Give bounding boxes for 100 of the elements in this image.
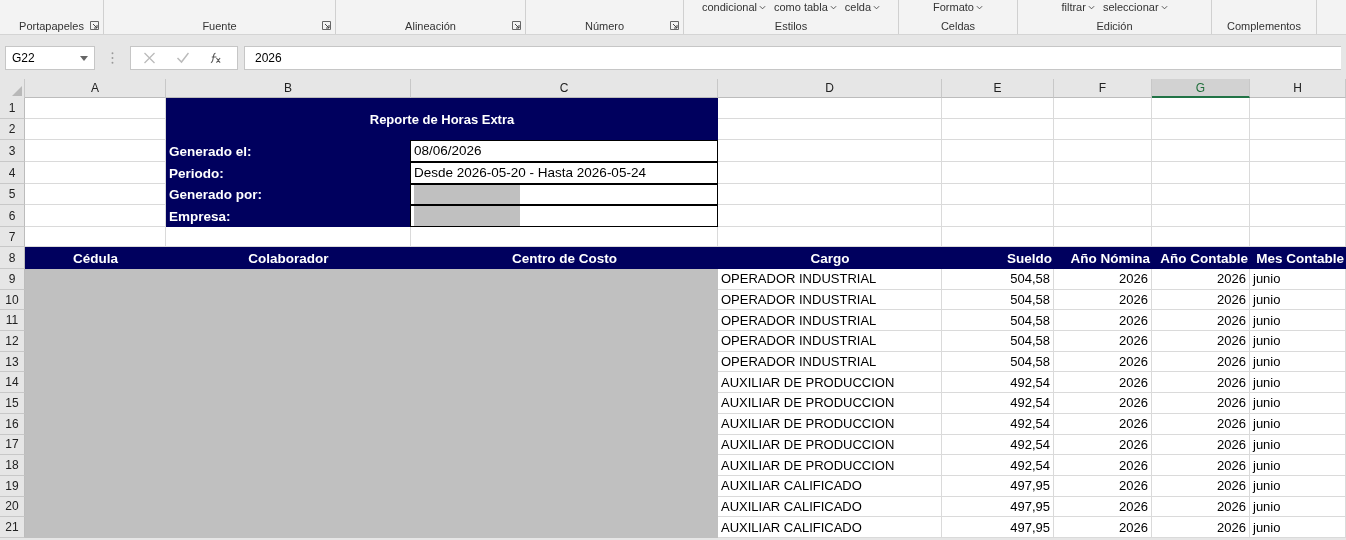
row-number[interactable]: 5 — [0, 184, 25, 205]
row-number[interactable]: 16 — [0, 413, 25, 435]
table-cell: 492,54 — [942, 393, 1054, 414]
row-number[interactable]: 18 — [0, 455, 25, 476]
row-number[interactable]: 14 — [0, 372, 25, 394]
empty-cell[interactable] — [718, 119, 942, 140]
table-cell: junio — [1250, 331, 1346, 352]
empty-cell[interactable] — [1250, 162, 1346, 184]
table-cell: 2026 — [1054, 351, 1152, 373]
column-header[interactable]: C — [411, 79, 718, 98]
empty-cell[interactable] — [1152, 98, 1250, 119]
empty-cell[interactable] — [1250, 119, 1346, 140]
row-number[interactable]: 3 — [0, 140, 25, 162]
ribbon-group-label: Edición — [1096, 19, 1133, 32]
table-cell: junio — [1250, 413, 1346, 435]
empty-cell[interactable] — [1250, 184, 1346, 205]
empty-cell[interactable] — [942, 98, 1054, 119]
empty-cell[interactable] — [942, 140, 1054, 162]
row-number[interactable]: 1 — [0, 98, 25, 119]
row-number[interactable]: 17 — [0, 434, 25, 456]
caret-icon — [1160, 4, 1168, 10]
row-number[interactable]: 11 — [0, 310, 25, 332]
empty-cell[interactable] — [1152, 184, 1250, 205]
empty-cell[interactable] — [1054, 98, 1152, 119]
empty-cell[interactable] — [1152, 205, 1250, 227]
table-cell: 2026 — [1152, 289, 1250, 311]
table-cell: junio — [1250, 269, 1346, 290]
empty-cell[interactable] — [1152, 140, 1250, 162]
ribbon-dropdown[interactable]: celda — [844, 0, 881, 14]
empty-cell[interactable] — [1054, 205, 1152, 227]
ribbon-dropdown[interactable]: seleccionar — [1102, 0, 1168, 14]
row-number[interactable]: 2 — [0, 119, 25, 140]
ribbon-group-label: Alineación — [405, 19, 456, 32]
table-cell: junio — [1250, 351, 1346, 373]
empty-cell[interactable] — [1054, 162, 1152, 184]
table-cell: 2026 — [1152, 434, 1250, 456]
dialog-launcher-icon[interactable] — [670, 21, 679, 30]
column-header[interactable]: H — [1250, 79, 1346, 98]
empty-cell[interactable] — [942, 184, 1054, 205]
ribbon-group-label: Fuente — [202, 19, 237, 32]
cancel-icon[interactable] — [143, 52, 156, 64]
column-title: Centro de Costo — [411, 247, 718, 269]
empty-cell[interactable] — [942, 162, 1054, 184]
dialog-launcher-icon[interactable] — [322, 21, 331, 30]
column-header[interactable]: A — [25, 79, 166, 98]
dialog-launcher-icon[interactable] — [512, 21, 521, 30]
empty-cell[interactable] — [718, 98, 942, 119]
row-number[interactable]: 21 — [0, 517, 25, 538]
checkmark-icon[interactable] — [176, 52, 189, 64]
row-number[interactable]: 13 — [0, 351, 25, 373]
empty-cell[interactable] — [1152, 119, 1250, 140]
row-number[interactable]: 12 — [0, 331, 25, 352]
column-header[interactable]: D — [718, 79, 942, 98]
column-title: Cédula — [25, 247, 166, 269]
row-number[interactable]: 15 — [0, 393, 25, 414]
table-cell: AUXILIAR DE PRODUCCION — [718, 413, 942, 435]
info-value: 08/06/2026 — [410, 139, 718, 162]
row-number[interactable]: 20 — [0, 496, 25, 518]
table-cell: AUXILIAR DE PRODUCCION — [718, 434, 942, 456]
table-cell: AUXILIAR DE PRODUCCION — [718, 393, 942, 414]
table-cell: junio — [1250, 434, 1346, 456]
column-header[interactable]: B — [166, 79, 411, 98]
empty-cell[interactable] — [1054, 119, 1152, 140]
dialog-launcher-icon[interactable] — [90, 21, 99, 30]
info-label: Generado el: — [166, 140, 411, 162]
ribbon-dropdown[interactable]: filtrar — [1061, 0, 1095, 14]
column-header[interactable]: G — [1152, 79, 1250, 98]
row-number[interactable]: 7 — [0, 227, 25, 247]
row-number[interactable]: 9 — [0, 269, 25, 290]
drag-handle-icon[interactable] — [111, 52, 114, 64]
insert-function-icon[interactable] — [209, 52, 222, 64]
empty-cell[interactable] — [942, 205, 1054, 227]
empty-cell[interactable] — [1054, 184, 1152, 205]
ribbon-group-label: Celdas — [940, 19, 976, 32]
column-header[interactable]: E — [942, 79, 1054, 98]
empty-cell[interactable] — [1250, 140, 1346, 162]
row-number[interactable]: 6 — [0, 205, 25, 227]
table-cell: 2026 — [1054, 413, 1152, 435]
empty-cell[interactable] — [1250, 205, 1346, 227]
table-cell: 504,58 — [942, 331, 1054, 352]
column-title: Mes Contable — [1250, 247, 1346, 269]
empty-cell[interactable] — [1152, 162, 1250, 184]
table-cell: 2026 — [1152, 372, 1250, 394]
empty-cell[interactable] — [1250, 98, 1346, 119]
row-number[interactable]: 8 — [0, 247, 25, 269]
column-header[interactable]: F — [1054, 79, 1152, 98]
ribbon-dropdown[interactable]: condicional — [701, 0, 766, 14]
ribbon-dropdown[interactable]: Formato — [933, 0, 983, 14]
empty-cell[interactable] — [942, 119, 1054, 140]
empty-cell[interactable] — [1054, 140, 1152, 162]
row-number[interactable]: 19 — [0, 475, 25, 497]
formula-input[interactable]: 2026 — [244, 46, 1341, 70]
ribbon-dropdown[interactable]: como tabla — [773, 0, 837, 14]
row-number[interactable]: 4 — [0, 162, 25, 184]
column-title: Año Contable — [1152, 247, 1250, 269]
table-cell: 2026 — [1054, 517, 1152, 538]
caret-icon — [758, 4, 766, 10]
row-number[interactable]: 10 — [0, 289, 25, 311]
name-box[interactable]: G22 — [5, 46, 95, 70]
table-cell: junio — [1250, 310, 1346, 332]
